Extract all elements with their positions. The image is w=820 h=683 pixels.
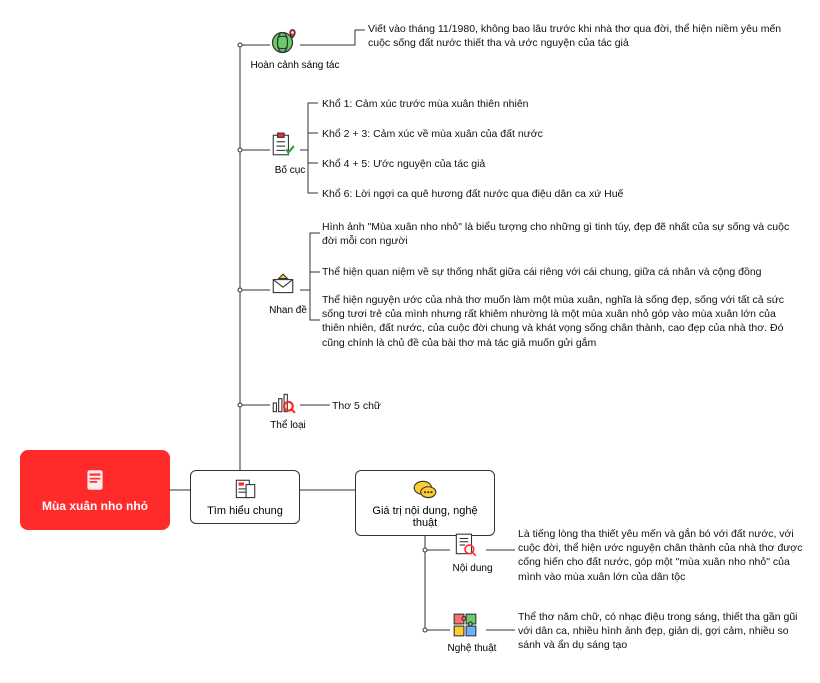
puzzle-icon [452,612,478,638]
bo-cuc-node [270,132,296,161]
branch-gia-tri: Giá trị nội dung, nghệ thuật [355,470,495,536]
nhan-de-t3: Thể hiện nguyện ước của nhà thơ muốn làm… [322,293,797,350]
root-node: Mùa xuân nho nhỏ [20,450,170,530]
the-loai-node [270,390,296,419]
the-loai-text: Thơ 5 chữ [332,399,381,413]
root-title: Mùa xuân nho nhỏ [42,499,148,513]
nghe-thuat-text: Thể thơ năm chữ, có nhạc điệu trong sáng… [518,610,803,653]
noi-dung-text: Là tiếng lòng tha thiết yêu mến và gắn b… [518,527,803,584]
bo-cuc-k2: Khổ 2 + 3: Cảm xúc về mùa xuân của đất n… [322,127,543,141]
branch1-label: Tìm hiểu chung [207,505,283,517]
bo-cuc-k1: Khổ 1: Cảm xúc trước mùa xuân thiên nhiê… [322,97,529,111]
chart-magnify-icon [270,390,296,416]
the-loai-label: Thể loại [263,420,313,431]
branch2-label: Giá trị nội dung, nghệ thuật [366,505,484,529]
book-icon [82,467,108,493]
nhan-de-t2: Thể hiện quan niệm về sự thống nhất giữa… [322,265,797,279]
nhan-de-node [270,272,296,301]
document-icon [232,477,258,503]
noi-dung-node [452,532,478,561]
noi-dung-label: Nội dung [445,563,500,574]
bo-cuc-k3: Khổ 4 + 5: Ước nguyện của tác giả [322,157,485,171]
nhan-de-t1: Hình ảnh "Mùa xuân nho nhỏ" là biểu tượn… [322,220,797,248]
nghe-thuat-label: Nghệ thuật [442,643,502,654]
hoan-canh-label: Hoàn cảnh sáng tác [250,60,340,71]
branch-tim-hieu-chung: Tìm hiểu chung [190,470,300,524]
globe-pin-icon [270,25,300,55]
document-search-icon [452,532,478,558]
envelope-icon [270,272,296,298]
hoan-canh-node [270,25,300,58]
bo-cuc-k4: Khổ 6: Lời ngợi ca quê hương đất nước qu… [322,187,623,201]
checklist-icon [270,132,296,158]
nhan-de-label: Nhan đề [263,305,313,316]
hoan-canh-text: Viết vào tháng 11/1980, không bao lâu tr… [368,22,788,50]
chat-icon [412,477,438,503]
bo-cuc-label: Bố cục [265,165,315,176]
nghe-thuat-node [452,612,478,641]
